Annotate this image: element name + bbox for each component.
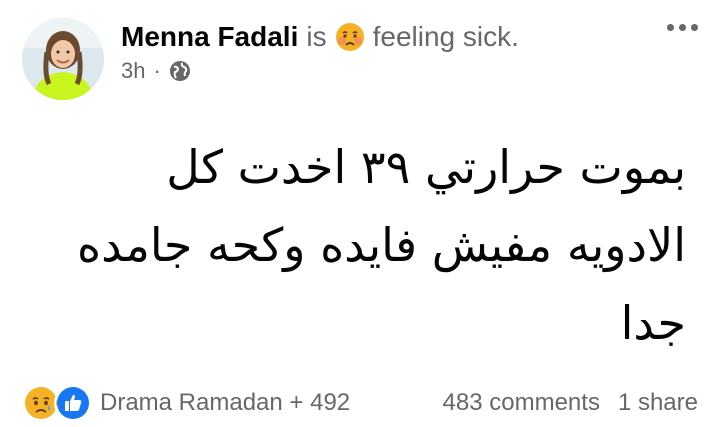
globe-icon (169, 60, 191, 82)
meta-separator: · (153, 58, 161, 83)
post-stats: 483 comments 1 share (443, 389, 698, 417)
comments-count[interactable]: 483 comments (443, 389, 600, 417)
post-header: Menna Fadali is feeling sick. 3h · (121, 18, 519, 84)
post-footer: Drama Ramadan + 492 483 comments 1 share (22, 384, 698, 422)
feeling-text: feeling sick. (372, 21, 519, 52)
post-line: جدا (620, 296, 686, 350)
post-body: بموت حرارتي ٣٩ اخدت كل الادويه مفيش فايد… (26, 128, 686, 362)
post-meta: 3h · (121, 58, 519, 84)
author-avatar[interactable] (22, 18, 104, 100)
reactions-summary[interactable]: Drama Ramadan + 492 (22, 384, 350, 422)
author-name[interactable]: Menna Fadali (121, 18, 298, 56)
shares-count[interactable]: 1 share (618, 389, 698, 417)
more-dot-icon (679, 24, 686, 31)
status-verb: is (306, 21, 327, 52)
post-line: الادويه مفيش فايده وكحه جامده (77, 218, 686, 272)
more-dot-icon (691, 24, 698, 31)
avatar-image (22, 18, 104, 100)
post-time[interactable]: 3h (121, 58, 145, 84)
author-line: Menna Fadali is feeling sick. (121, 18, 519, 56)
reactors-text: Drama Ramadan + 492 (100, 389, 351, 416)
more-dot-icon (667, 24, 674, 31)
post-line: بموت حرارتي ٣٩ اخدت كل (166, 140, 686, 194)
more-options-button[interactable] (667, 24, 698, 31)
sick-face-emoji-icon (335, 22, 365, 52)
like-reaction-icon (54, 384, 92, 422)
